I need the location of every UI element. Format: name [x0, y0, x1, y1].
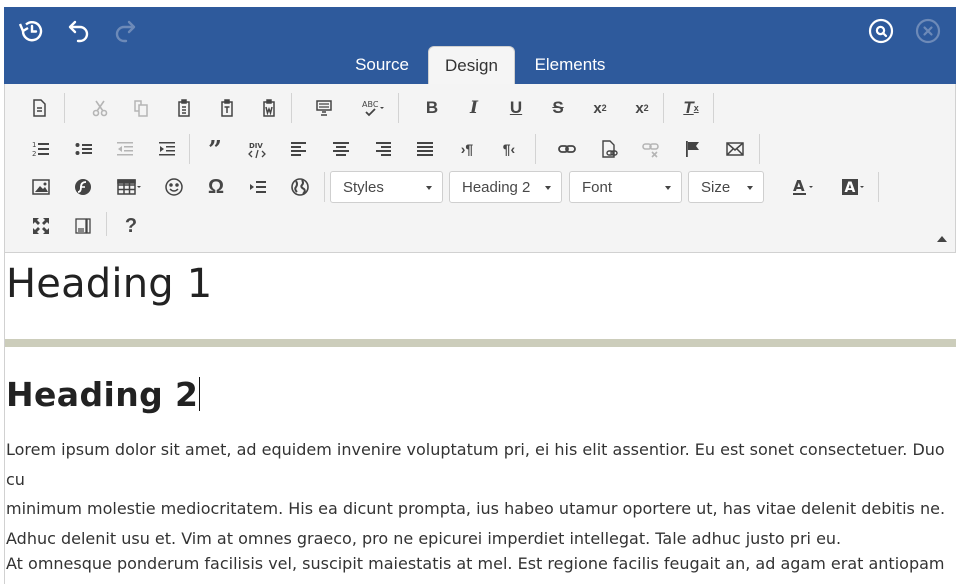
separator: [713, 93, 714, 123]
subscript-button[interactable]: x2: [586, 94, 614, 122]
numbered-list-icon[interactable]: 12: [27, 135, 55, 163]
format-dropdown[interactable]: Heading 2: [449, 171, 562, 203]
table-icon[interactable]: [113, 173, 147, 201]
editor-content[interactable]: Heading 1 Heading 2 Lorem ipsum dolor si…: [4, 253, 956, 584]
horizontal-rule: [5, 339, 956, 347]
email-icon[interactable]: [721, 135, 749, 163]
maximize-icon[interactable]: [27, 212, 55, 240]
svg-text:2: 2: [32, 150, 36, 158]
tab-source[interactable]: Source: [342, 46, 422, 84]
help-button[interactable]: ?: [117, 212, 145, 240]
styles-dropdown-label: Styles: [343, 179, 384, 196]
italic-button[interactable]: I: [460, 94, 488, 122]
styles-dropdown[interactable]: Styles: [330, 171, 443, 203]
show-blocks-icon[interactable]: [69, 212, 97, 240]
new-page-icon[interactable]: [25, 94, 53, 122]
separator: [64, 93, 65, 123]
undo-icon[interactable]: [62, 15, 94, 47]
bulleted-list-icon[interactable]: [70, 135, 98, 163]
collapse-toolbar-icon[interactable]: [937, 236, 947, 242]
font-dropdown[interactable]: Font: [569, 171, 682, 203]
separator: [398, 93, 399, 123]
special-char-omega-icon[interactable]: Ω: [202, 173, 230, 201]
separator: [106, 212, 107, 236]
font-dropdown-label: Font: [582, 179, 613, 196]
smiley-icon[interactable]: [160, 173, 188, 201]
separator: [663, 93, 664, 123]
heading-2-text: Heading 2: [6, 375, 199, 414]
heading-1: Heading 1: [6, 261, 213, 307]
superscript-button[interactable]: x2: [628, 94, 656, 122]
svg-text:DIV: DIV: [249, 142, 263, 150]
unlink-icon[interactable]: [637, 135, 665, 163]
anchor-flag-icon[interactable]: [679, 135, 707, 163]
bold-button[interactable]: B: [418, 94, 446, 122]
close-icon[interactable]: [912, 15, 944, 47]
separator: [324, 172, 325, 202]
paste-text-icon[interactable]: [213, 94, 241, 122]
top-bar: Source Design Elements: [4, 7, 956, 85]
align-center-icon[interactable]: [327, 135, 355, 163]
blockquote-icon[interactable]: ”: [201, 135, 229, 164]
svg-text:A: A: [793, 177, 805, 195]
paragraph-line: At omnesque ponderum facilisis vel, susc…: [6, 554, 945, 584]
increase-indent-icon[interactable]: [153, 135, 181, 163]
paragraph-2: At omnesque ponderum facilisis vel, susc…: [6, 549, 951, 584]
search-icon[interactable]: [865, 15, 897, 47]
decrease-indent-icon[interactable]: [111, 135, 139, 163]
templates-icon[interactable]: [310, 94, 338, 122]
history-icon[interactable]: [16, 15, 48, 47]
mode-tabs: Source Design Elements: [4, 46, 956, 85]
chevron-down-icon: [747, 186, 753, 190]
separator: [759, 134, 760, 164]
align-right-icon[interactable]: [369, 135, 397, 163]
document-link-icon[interactable]: [595, 135, 623, 163]
image-icon[interactable]: [27, 173, 55, 201]
cut-icon[interactable]: [86, 94, 114, 122]
tab-design[interactable]: Design: [428, 46, 515, 85]
chevron-down-icon: [545, 186, 551, 190]
text-direction-ltr-icon[interactable]: ›¶: [453, 135, 481, 163]
paragraph-1: Lorem ipsum dolor sit amet, ad equidem i…: [6, 435, 951, 553]
paste-from-word-icon[interactable]: [255, 94, 283, 122]
separator: [535, 134, 536, 164]
paragraph-line: Lorem ipsum dolor sit amet, ad equidem i…: [6, 440, 945, 489]
separator: [189, 134, 190, 164]
size-dropdown-label: Size: [701, 179, 731, 196]
svg-text:ABC: ABC: [362, 100, 379, 109]
background-color-icon[interactable]: A: [837, 173, 871, 201]
page-break-icon[interactable]: [244, 173, 272, 201]
spellcheck-icon[interactable]: ABC: [357, 94, 389, 122]
svg-text:A: A: [845, 180, 856, 196]
size-dropdown[interactable]: Size: [688, 171, 764, 203]
toolbar: ABC B I U S x2 x2 Tx 12 ” DIV ›¶ ¶‹ Ω St…: [4, 84, 956, 253]
heading-2: Heading 2: [6, 375, 201, 414]
tab-elements[interactable]: Elements: [524, 46, 616, 84]
strikethrough-button[interactable]: S: [544, 94, 572, 122]
chevron-down-icon: [665, 186, 671, 190]
separator: [878, 172, 879, 202]
chevron-down-icon: [426, 186, 432, 190]
copy-icon[interactable]: [127, 94, 155, 122]
link-icon[interactable]: [553, 135, 581, 163]
create-div-icon[interactable]: DIV: [243, 135, 271, 163]
format-dropdown-label: Heading 2: [462, 179, 531, 196]
separator: [291, 93, 292, 123]
svg-text:1: 1: [32, 141, 36, 149]
text-cursor: [199, 377, 201, 411]
redo-icon[interactable]: [110, 15, 142, 47]
editor-window: Source Design Elements ABC B I U S x 2 x…: [4, 7, 956, 584]
text-direction-rtl-icon[interactable]: ¶‹: [495, 135, 523, 163]
align-left-icon[interactable]: [285, 135, 313, 163]
underline-button[interactable]: U: [502, 94, 530, 122]
text-color-icon[interactable]: A: [787, 173, 821, 201]
remove-format-button[interactable]: Tx: [677, 94, 705, 122]
paste-icon[interactable]: [170, 94, 198, 122]
paragraph-line: minimum molestie mediocritatem. His ea d…: [6, 499, 946, 518]
globe-icon[interactable]: [286, 173, 314, 201]
flash-icon[interactable]: [69, 173, 97, 201]
justify-icon[interactable]: [411, 135, 439, 163]
